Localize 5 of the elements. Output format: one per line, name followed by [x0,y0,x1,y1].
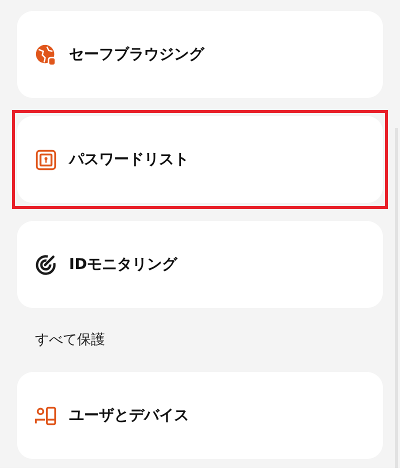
menu-card[interactable]: IDモニタリング [17,221,383,308]
menu-card[interactable]: ユーザとデバイス [17,372,383,459]
menu-card[interactable]: セーフブラウジング [17,11,383,98]
section-heading: すべて保護 [35,330,105,350]
menu-card[interactable]: パスワードリスト [17,116,383,203]
